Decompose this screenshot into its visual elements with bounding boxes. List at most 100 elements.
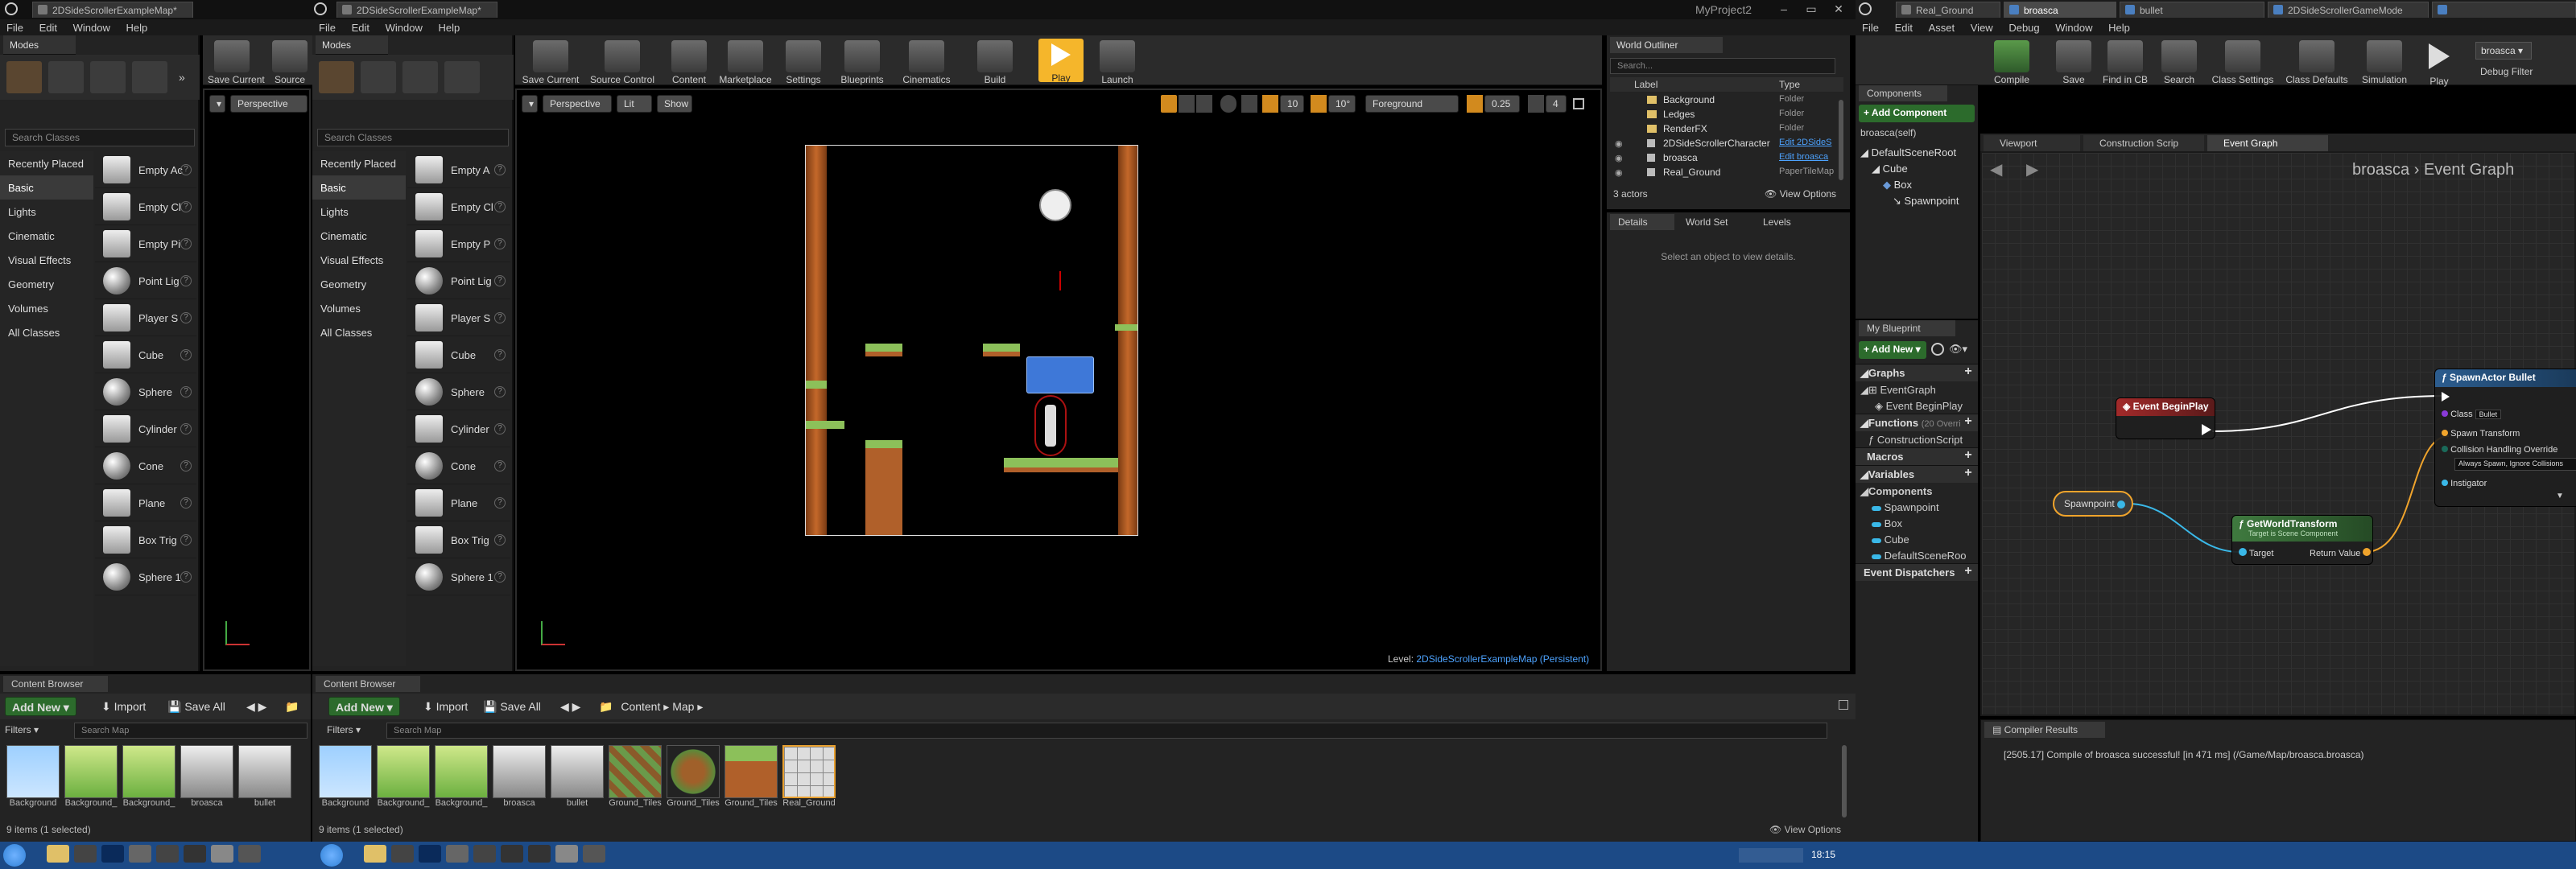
- visibility-eye-icon[interactable]: ◉: [1615, 153, 1623, 163]
- compile-button[interactable]: Compile: [1988, 40, 2036, 85]
- debug-object-select[interactable]: broasca ▾: [2475, 42, 2532, 60]
- app-icon[interactable]: [74, 845, 97, 863]
- expand-icon[interactable]: ◢: [1860, 146, 1872, 159]
- spawn-actor-node[interactable]: ƒ SpawnActor Bullet Class Bullet Spawn T…: [2434, 369, 2576, 507]
- world-icon[interactable]: [1220, 95, 1236, 113]
- component-row[interactable]: ◢ Cube: [1860, 163, 1976, 179]
- place-item[interactable]: Cube?: [95, 336, 196, 373]
- photoshop-icon[interactable]: [101, 845, 124, 863]
- build-button[interactable]: Build: [972, 40, 1018, 85]
- help-icon[interactable]: ?: [494, 571, 506, 583]
- help-icon[interactable]: ?: [180, 238, 192, 249]
- place-item[interactable]: Sphere 1?: [407, 558, 510, 595]
- save-button[interactable]: Save: [2054, 40, 2094, 85]
- help-icon[interactable]: ?: [494, 534, 506, 546]
- asset-thumb[interactable]: Ground_Tiles: [724, 745, 778, 809]
- save-all-button[interactable]: 💾 Save All: [161, 697, 232, 716]
- menu-file[interactable]: File: [0, 19, 30, 34]
- play-button[interactable]: Play: [1038, 39, 1084, 84]
- variable-item[interactable]: Spawnpoint: [1856, 499, 1978, 515]
- unreal-icon[interactable]: [528, 845, 551, 863]
- exec-out-pin[interactable]: [2202, 424, 2211, 435]
- menu-window[interactable]: Window: [379, 19, 429, 34]
- tab-levels[interactable]: Levels: [1755, 214, 1819, 230]
- tab-real-ground[interactable]: Real_Ground: [1896, 2, 2000, 18]
- asset-thumb[interactable]: broasca: [180, 745, 233, 809]
- function-item[interactable]: ƒ ConstructionScript: [1856, 431, 1978, 447]
- start-button-2[interactable]: [320, 844, 343, 867]
- menu-file[interactable]: File: [1856, 19, 1885, 34]
- my-blueprint-tab[interactable]: My Blueprint: [1859, 320, 1955, 336]
- asset-thumb[interactable]: Background_: [122, 745, 175, 809]
- place-item[interactable]: Empty P?: [407, 225, 510, 262]
- camera-actor-icon[interactable]: [1039, 189, 1071, 221]
- cat-basic[interactable]: Basic: [312, 175, 406, 200]
- help-icon[interactable]: ?: [494, 312, 506, 323]
- place-mode-icon[interactable]: [319, 61, 354, 93]
- help-icon[interactable]: ?: [180, 349, 192, 360]
- more-modes-icon[interactable]: »: [179, 71, 185, 84]
- graph-item[interactable]: ◢⊞ EventGraph: [1856, 381, 1978, 397]
- rotate-icon[interactable]: [1179, 95, 1195, 113]
- surface-snap-icon[interactable]: [1241, 95, 1257, 113]
- breadcrumb-map[interactable]: Map: [672, 700, 694, 713]
- view-options-button[interactable]: 👁 View Options: [1765, 188, 1836, 200]
- cb-search-input-2[interactable]: Search Map: [386, 723, 1827, 739]
- tab-bullet[interactable]: bullet: [2120, 2, 2264, 18]
- view-options-button[interactable]: 👁 View Options: [1769, 824, 1841, 835]
- place-item[interactable]: Cylinder?: [95, 410, 196, 447]
- foliage-mode-icon[interactable]: [132, 61, 167, 93]
- component-row[interactable]: ◆ Box: [1860, 179, 1976, 195]
- scale-icon[interactable]: [1196, 95, 1212, 113]
- import-button[interactable]: ⬇ Import: [417, 697, 474, 716]
- help-icon[interactable]: ?: [180, 460, 192, 472]
- explorer-icon[interactable]: [47, 845, 69, 863]
- help-icon[interactable]: ?: [180, 201, 192, 212]
- camera-speed-icon[interactable]: [1528, 95, 1544, 113]
- outliner-row[interactable]: ◉ broasca Edit broasca: [1610, 151, 1843, 166]
- variable-item[interactable]: Cube: [1856, 531, 1978, 547]
- outliner-row[interactable]: ◉ 2DSideScrollerCharacter Edit 2DSideS: [1610, 137, 1843, 151]
- tab-broasca[interactable]: broasca: [2004, 2, 2116, 18]
- save-all-button[interactable]: 💾 Save All: [477, 697, 547, 716]
- bp-view-icon[interactable]: 👁▾: [1949, 343, 1967, 356]
- menu-file[interactable]: File: [312, 19, 342, 34]
- cat-geometry[interactable]: Geometry: [0, 272, 93, 296]
- save-current-button[interactable]: Save Current: [520, 40, 581, 85]
- place-item[interactable]: Empty Pi?: [95, 225, 196, 262]
- explorer-icon[interactable]: [364, 845, 386, 863]
- variable-item[interactable]: Box: [1856, 515, 1978, 531]
- paint-mode-icon[interactable]: [361, 61, 396, 93]
- place-item[interactable]: Player S?: [407, 299, 510, 336]
- help-icon[interactable]: ?: [494, 423, 506, 434]
- close-button[interactable]: ✕: [1823, 0, 1855, 18]
- component-row[interactable]: ↘ Spawnpoint: [1860, 195, 1976, 211]
- tab-details[interactable]: Details: [1610, 214, 1674, 230]
- place-item[interactable]: Sphere?: [407, 373, 510, 410]
- foreground-button[interactable]: Foreground: [1365, 95, 1459, 113]
- cat-recently-placed[interactable]: Recently Placed: [312, 151, 406, 175]
- scale-snap-value[interactable]: 0.25: [1484, 95, 1520, 113]
- viewport-menu-button[interactable]: ▾: [209, 95, 225, 113]
- visibility-eye-icon[interactable]: ◉: [1615, 167, 1623, 178]
- bp-search-icon[interactable]: [1931, 343, 1944, 356]
- components-group[interactable]: ◢Components: [1856, 483, 1978, 499]
- help-icon[interactable]: ?: [494, 497, 506, 509]
- outliner-tab[interactable]: World Outliner: [1610, 37, 1723, 53]
- find-in-cb-button[interactable]: Find in CB: [2097, 40, 2153, 85]
- perspective-button[interactable]: Perspective: [543, 95, 612, 113]
- viewport-menu-button[interactable]: ▾: [522, 95, 538, 113]
- tab-overflow[interactable]: [2432, 2, 2576, 18]
- window1-viewport[interactable]: ▾ Perspective: [203, 89, 311, 671]
- graph-item[interactable]: ◈ Event BeginPlay: [1856, 397, 1978, 414]
- app-icon[interactable]: [583, 845, 605, 863]
- menu-window[interactable]: Window: [67, 19, 117, 34]
- cb-search-input-1[interactable]: Search Map: [74, 723, 308, 739]
- help-icon[interactable]: ?: [180, 534, 192, 546]
- help-icon[interactable]: ?: [494, 275, 506, 286]
- asset-thumb[interactable]: Ground_Tiles: [667, 745, 720, 809]
- menu-edit[interactable]: Edit: [345, 19, 376, 34]
- app-icon[interactable]: [501, 845, 523, 863]
- help-icon[interactable]: ?: [494, 238, 506, 249]
- clock[interactable]: 18:15: [1811, 849, 1835, 860]
